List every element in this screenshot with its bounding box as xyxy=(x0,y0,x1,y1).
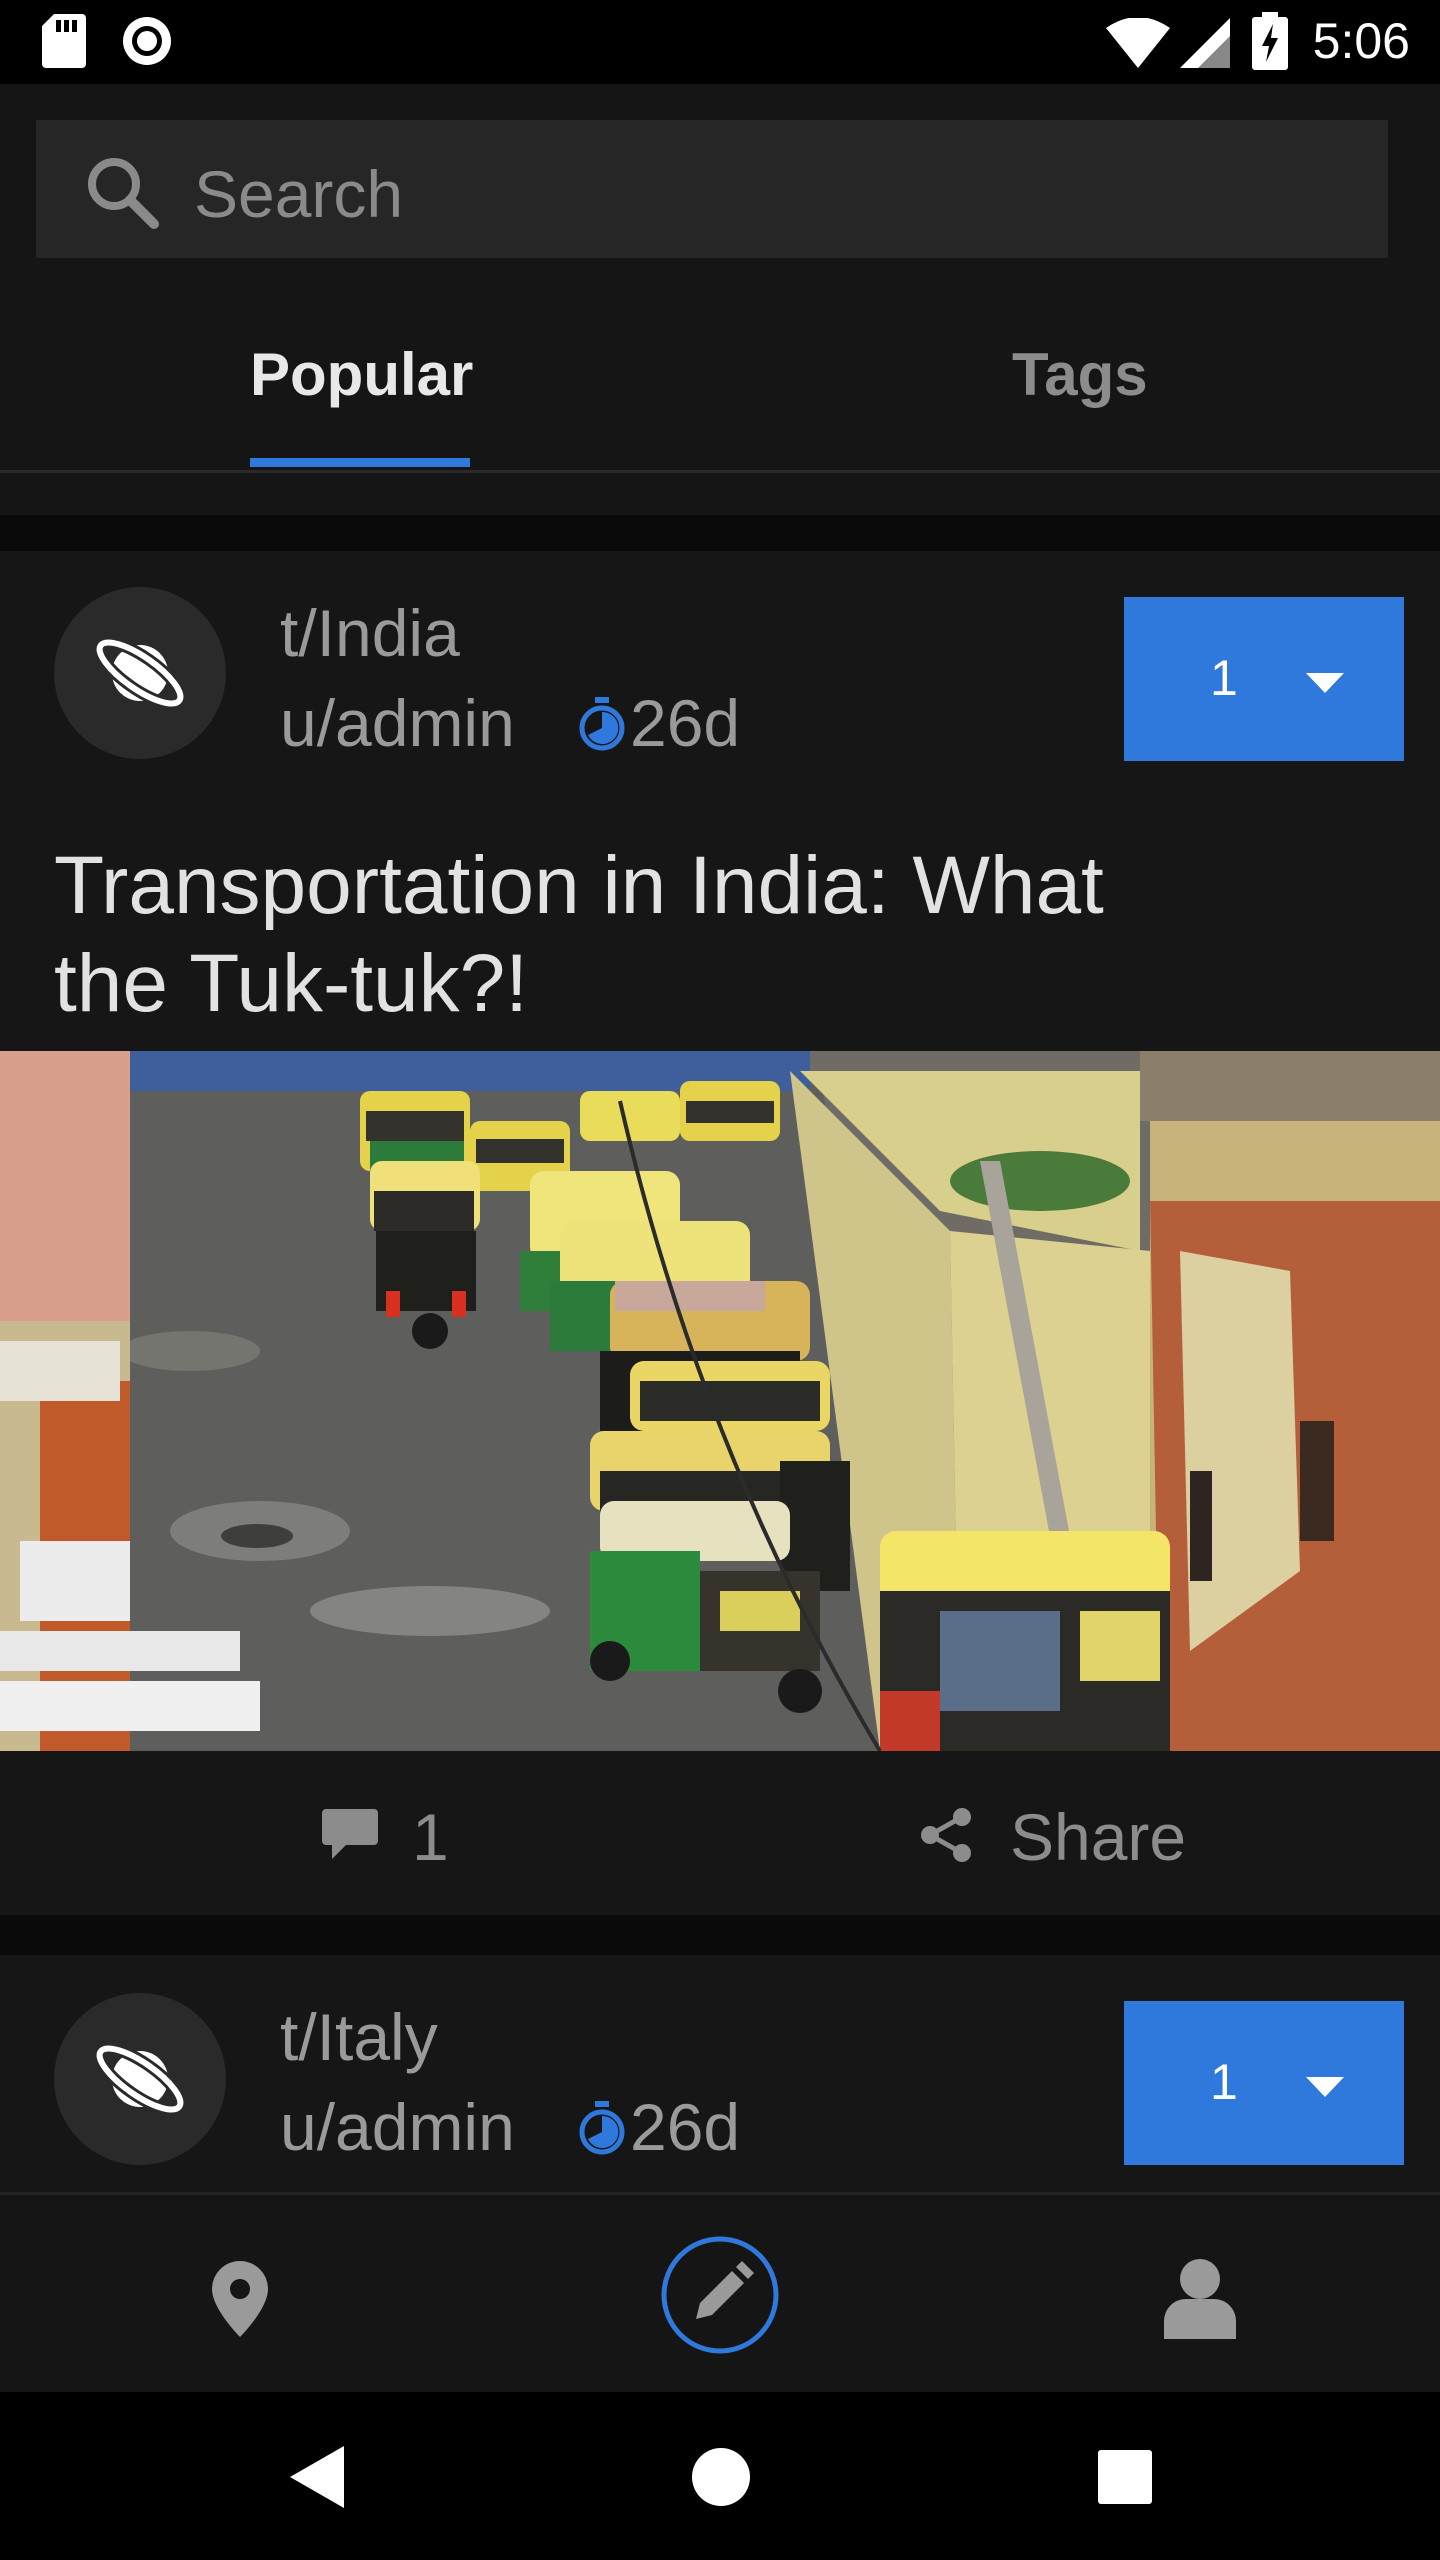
post-author[interactable]: u/admin xyxy=(280,2089,515,2165)
post-age: 26d xyxy=(630,2090,741,2164)
status-bar: 5:06 xyxy=(0,0,1440,84)
post-actions: 1 Share xyxy=(0,1751,1440,1911)
vote-button[interactable]: 1 xyxy=(1124,2001,1404,2165)
post-image[interactable] xyxy=(0,1051,1440,1751)
share-icon xyxy=(921,1808,971,1862)
planet-icon xyxy=(93,2042,187,2116)
tab-popular[interactable]: Popular xyxy=(250,340,473,409)
recents-icon[interactable] xyxy=(1098,2450,1152,2509)
planet-icon xyxy=(93,636,187,710)
divider xyxy=(0,515,1440,551)
wifi-icon xyxy=(1106,17,1170,73)
profile-icon[interactable] xyxy=(1164,2259,1236,2344)
comment-count: 1 xyxy=(412,1800,449,1874)
post-card[interactable]: t/Italy u/admin 26d 1 xyxy=(0,1955,1440,2192)
tab-selected-indicator xyxy=(250,458,470,467)
community-avatar[interactable] xyxy=(54,587,226,759)
search-placeholder: Search xyxy=(194,157,404,231)
vote-count: 1 xyxy=(1210,650,1238,706)
search-icon xyxy=(84,154,160,235)
battery-charging-icon xyxy=(1252,12,1288,75)
signal-icon xyxy=(1180,18,1230,73)
share-label: Share xyxy=(1010,1800,1187,1874)
chevron-down-icon xyxy=(1306,673,1344,698)
search-input[interactable]: Search xyxy=(36,120,1388,258)
post-community[interactable]: t/Italy xyxy=(280,1999,438,2075)
system-navigation-bar xyxy=(0,2392,1440,2560)
tab-bar: Popular Tags xyxy=(0,284,1440,473)
divider xyxy=(0,473,1440,515)
post-title[interactable]: Transportation in India: What the Tuk-tu… xyxy=(54,837,1204,1033)
timer-icon xyxy=(578,697,626,756)
timer-icon xyxy=(578,2101,626,2160)
post-card[interactable]: t/India u/admin 26d 1 Transportation in … xyxy=(0,551,1440,1915)
clock: 5:06 xyxy=(1312,13,1410,69)
sd-card-icon xyxy=(42,14,86,73)
back-icon[interactable] xyxy=(290,2446,344,2513)
tab-tags[interactable]: Tags xyxy=(1012,340,1148,409)
home-icon[interactable] xyxy=(692,2448,750,2511)
compose-icon[interactable] xyxy=(660,2235,780,2360)
search-bar-container: Search xyxy=(0,84,1440,284)
post-community[interactable]: t/India xyxy=(280,595,460,671)
vote-button[interactable]: 1 xyxy=(1124,597,1404,761)
map-pin-icon[interactable] xyxy=(212,2261,268,2342)
post-age: 26d xyxy=(630,686,741,760)
record-icon xyxy=(120,14,174,73)
vote-count: 1 xyxy=(1210,2054,1238,2110)
community-avatar[interactable] xyxy=(54,1993,226,2165)
comment-icon xyxy=(322,1809,378,1859)
post-author[interactable]: u/admin xyxy=(280,685,515,761)
divider xyxy=(0,1915,1440,1955)
chevron-down-icon xyxy=(1306,2077,1344,2102)
bottom-navigation xyxy=(0,2192,1440,2395)
